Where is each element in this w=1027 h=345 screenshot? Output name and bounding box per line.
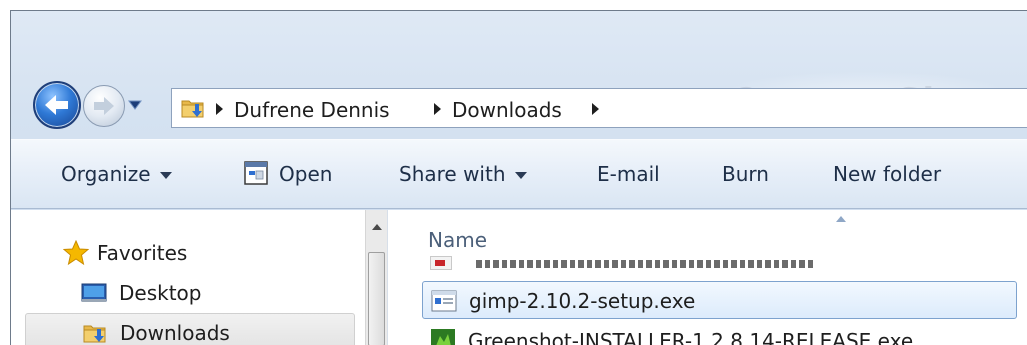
nav-pane-scrollbar[interactable]: [365, 210, 387, 345]
partially-visible-file-row[interactable]: [430, 256, 870, 274]
address-bar[interactable]: Dufrene Dennis Downloads: [171, 88, 1027, 128]
downloads-folder-icon: [181, 100, 204, 118]
nav-item-favorites[interactable]: Favorites: [25, 234, 355, 272]
organize-label: Organize: [61, 162, 151, 186]
chevron-down-icon: [514, 172, 527, 179]
downloads-folder-icon: [83, 325, 106, 343]
back-button[interactable]: [33, 81, 81, 129]
cut-off-filename: [476, 260, 816, 268]
scrollbar-thumb[interactable]: [368, 252, 385, 345]
pdf-file-icon: [430, 256, 452, 270]
file-name: gimp-2.10.2-setup.exe: [469, 289, 696, 313]
nav-item-label: Favorites: [97, 241, 188, 265]
nav-item-label: Desktop: [119, 281, 202, 305]
explorer-window: Current Shot Dufrene Dennis Downloads Or…: [10, 10, 1027, 345]
scroll-up-arrow-icon[interactable]: [372, 224, 382, 230]
breadcrumb-downloads[interactable]: Downloads: [452, 98, 562, 122]
nav-item-downloads[interactable]: Downloads: [25, 313, 355, 345]
new-folder-button[interactable]: New folder: [833, 161, 941, 187]
file-row-gimp[interactable]: gimp-2.10.2-setup.exe: [422, 281, 1017, 319]
navigation-pane: Favorites Desktop Downloads: [11, 210, 386, 345]
greenshot-icon: [431, 329, 455, 345]
breadcrumb-separator-icon[interactable]: [216, 103, 223, 115]
star-icon: [63, 240, 89, 266]
share-with-label: Share with: [399, 162, 506, 186]
back-arrow-icon: [45, 95, 68, 115]
organize-button[interactable]: Organize: [61, 161, 172, 187]
burn-button[interactable]: Burn: [722, 161, 769, 187]
breadcrumb-separator-icon[interactable]: [434, 103, 441, 115]
nav-item-desktop[interactable]: Desktop: [25, 274, 355, 312]
email-button[interactable]: E-mail: [597, 161, 660, 187]
nav-item-label: Downloads: [120, 321, 230, 345]
command-bar: Organize Open Share with E-mail Burn New…: [11, 139, 1027, 209]
column-header-name[interactable]: Name: [428, 228, 487, 252]
open-window-icon: [244, 161, 268, 185]
open-button[interactable]: Open: [279, 161, 332, 187]
file-list: Name gimp-2.10.2-setup.exe Greenshot-INS…: [388, 210, 1027, 345]
sort-ascending-icon: [836, 216, 846, 222]
forward-arrow-icon: [94, 97, 114, 115]
file-name: Greenshot-INSTALLER-1.2.8.14-RELEASE.exe: [468, 329, 914, 345]
chevron-down-icon: [159, 172, 172, 179]
file-row-greenshot[interactable]: Greenshot-INSTALLER-1.2.8.14-RELEASE.exe: [422, 322, 1017, 345]
share-with-button[interactable]: Share with: [399, 161, 527, 187]
desktop-icon: [81, 283, 107, 302]
exe-window-icon: [431, 290, 457, 312]
breadcrumb-separator-icon[interactable]: [592, 103, 599, 115]
breadcrumb-dufrene-dennis[interactable]: Dufrene Dennis: [234, 98, 390, 122]
forward-button[interactable]: [83, 85, 125, 127]
recent-pages-chevron-down-icon[interactable]: [128, 99, 142, 111]
